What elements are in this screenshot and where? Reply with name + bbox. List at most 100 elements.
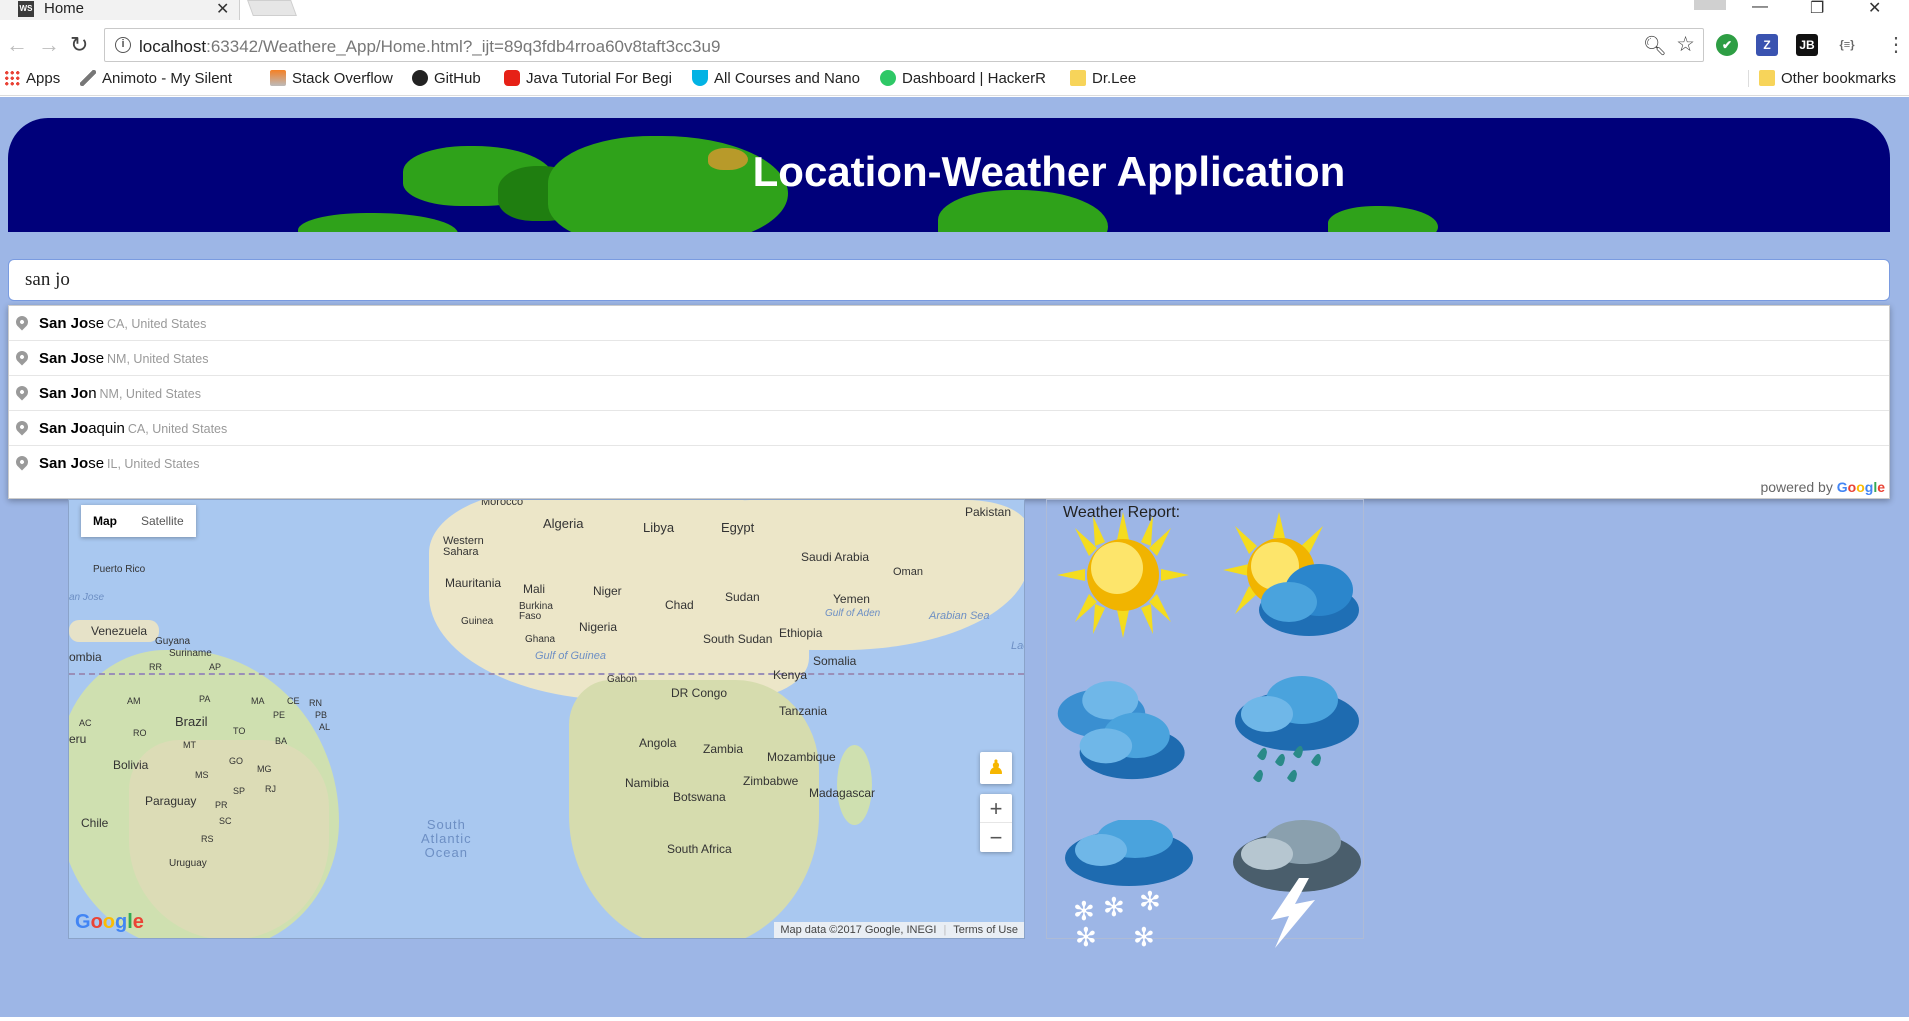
map-label: PR bbox=[215, 800, 228, 810]
other-bookmarks[interactable]: Other bookmarks bbox=[1748, 70, 1896, 87]
map-label: MT bbox=[183, 740, 196, 750]
autocomplete-item[interactable]: San Jose IL, United States bbox=[9, 446, 1889, 481]
menu-icon[interactable]: ⋮ bbox=[1886, 32, 1906, 57]
map-label: Paraguay bbox=[145, 794, 197, 808]
map-label: Somalia bbox=[813, 654, 857, 668]
autocomplete-item[interactable]: San Joaquin CA, United States bbox=[9, 411, 1889, 446]
suggestion-rest: se bbox=[88, 315, 105, 332]
bookmark-github[interactable]: GitHub bbox=[412, 70, 481, 87]
suggestion-rest: aquin bbox=[88, 420, 125, 437]
browser-tab-home[interactable]: WS Home ✕ bbox=[0, 0, 240, 20]
new-tab-button[interactable] bbox=[247, 0, 297, 16]
map-label: Gabon bbox=[607, 674, 638, 685]
map-landmass bbox=[129, 740, 329, 938]
suggestion-secondary: NM, United States bbox=[99, 387, 201, 401]
stackoverflow-icon bbox=[270, 70, 286, 86]
terms-of-use-link[interactable]: Terms of Use bbox=[953, 924, 1018, 936]
map-label: Kenya bbox=[773, 668, 808, 682]
map-label: ombia bbox=[69, 650, 102, 664]
restore-icon[interactable]: ❐ bbox=[1810, 0, 1824, 18]
autocomplete-item[interactable]: San Jose CA, United States bbox=[9, 306, 1889, 341]
google-logo: Google bbox=[75, 911, 144, 933]
zoom-icon[interactable]: 🔍︎ bbox=[1643, 34, 1667, 58]
map-label: Guyana bbox=[155, 636, 191, 647]
autocomplete-dropdown: San Jose CA, United States San Jose NM, Un… bbox=[8, 305, 1890, 499]
svg-text:✻: ✻ bbox=[1075, 923, 1097, 950]
zoom-in-button[interactable]: + bbox=[980, 794, 1012, 823]
autocomplete-item[interactable]: San Jose NM, United States bbox=[9, 341, 1889, 376]
powered-by-google: powered by Google bbox=[1760, 479, 1885, 495]
autocomplete-item[interactable]: San Jon NM, United States bbox=[9, 376, 1889, 411]
suggestion-match: San Jo bbox=[39, 420, 89, 437]
zoom-out-button[interactable]: − bbox=[980, 823, 1012, 852]
check-extension-icon[interactable]: ✔ bbox=[1716, 34, 1738, 56]
location-search-input[interactable] bbox=[8, 259, 1890, 301]
bookmark-hackerrank[interactable]: Dashboard | HackerR bbox=[880, 70, 1046, 87]
map-label: MG bbox=[257, 764, 272, 774]
json-extension-icon[interactable]: {≡} bbox=[1836, 34, 1858, 56]
hackerrank-icon bbox=[880, 70, 896, 86]
bookmark-drlee[interactable]: Dr.Lee bbox=[1070, 70, 1136, 87]
map-label: Pakistan bbox=[965, 505, 1012, 519]
map-type-control: Map Satellite bbox=[81, 505, 196, 537]
bookmark-label: Other bookmarks bbox=[1781, 70, 1897, 87]
bookmark-java-tutorial[interactable]: Java Tutorial For Begi bbox=[504, 70, 672, 87]
bookmark-label: Stack Overflow bbox=[292, 70, 393, 87]
map-type-map-button[interactable]: Map bbox=[81, 505, 129, 537]
map-label: Yemen bbox=[833, 592, 870, 606]
map-label: South Africa bbox=[667, 842, 732, 856]
map-label: an Jose bbox=[69, 592, 105, 603]
back-icon[interactable]: ← bbox=[6, 32, 28, 58]
suggestion-rest: se bbox=[88, 350, 105, 367]
location-pin-icon bbox=[13, 418, 31, 436]
bookmark-udacity[interactable]: All Courses and Nano bbox=[692, 70, 860, 87]
bookmark-label: Java Tutorial For Begi bbox=[526, 70, 672, 87]
map-label: Mozambique bbox=[767, 750, 836, 764]
google-map[interactable]: Map Satellite Algeria Libya Egypt Pakist… bbox=[68, 499, 1025, 939]
powered-by-text: powered by bbox=[1760, 479, 1833, 495]
bookmark-apps[interactable]: Apps bbox=[4, 70, 60, 87]
profile-chip[interactable] bbox=[1694, 0, 1726, 10]
location-pin-icon bbox=[13, 383, 31, 401]
tab-close-icon[interactable]: ✕ bbox=[216, 0, 229, 19]
map-label: Nigeria bbox=[579, 620, 618, 634]
sunny-icon bbox=[1057, 512, 1189, 638]
map-label: SC bbox=[219, 816, 232, 826]
info-icon[interactable]: i bbox=[115, 37, 131, 53]
minimize-icon[interactable]: — bbox=[1752, 0, 1768, 16]
map-label: RS bbox=[201, 834, 214, 844]
bookmark-star-icon[interactable]: ☆ bbox=[1676, 32, 1695, 57]
bookmark-animoto[interactable]: Animoto - My Silent bbox=[80, 70, 232, 87]
map-label: RR bbox=[149, 662, 162, 672]
map-label: Ghana bbox=[525, 634, 556, 645]
svg-text:✻: ✻ bbox=[1133, 923, 1155, 950]
map-label: RJ bbox=[265, 784, 276, 794]
webstorm-favicon-icon: WS bbox=[18, 1, 34, 17]
jetbrains-extension-icon[interactable]: JB bbox=[1796, 34, 1818, 56]
map-label: Saudi Arabia bbox=[801, 550, 870, 564]
map-label: Madagascar bbox=[809, 786, 876, 800]
suggestion-secondary: CA, United States bbox=[127, 422, 228, 436]
animoto-icon bbox=[80, 70, 96, 86]
map-label: Burkina Faso bbox=[519, 601, 553, 622]
map-label: Brazil bbox=[175, 714, 208, 729]
map-label: Angola bbox=[639, 736, 677, 750]
map-label: Tanzania bbox=[779, 704, 828, 718]
map-label: Western Sahara bbox=[443, 535, 484, 558]
page-content: Location-Weather Application San JoseCA,… bbox=[0, 97, 1909, 1017]
zotero-extension-icon[interactable]: Z bbox=[1756, 34, 1778, 56]
map-label: Suriname bbox=[169, 648, 212, 659]
street-view-pegman-icon[interactable]: ♟ bbox=[980, 752, 1012, 784]
map-label: BA bbox=[275, 736, 288, 746]
forward-icon[interactable]: → bbox=[38, 32, 60, 58]
map-label: Gulf of Guinea bbox=[535, 650, 606, 662]
map-label: Lac bbox=[1011, 640, 1024, 652]
banner-landmass bbox=[298, 213, 458, 232]
folder-icon bbox=[1070, 70, 1086, 86]
map-type-satellite-button[interactable]: Satellite bbox=[129, 505, 196, 537]
window-close-icon[interactable]: ✕ bbox=[1868, 0, 1881, 18]
bookmark-stackoverflow[interactable]: Stack Overflow bbox=[270, 70, 393, 87]
location-pin-icon bbox=[13, 348, 31, 366]
reload-icon[interactable]: ↻ bbox=[70, 32, 88, 58]
address-bar[interactable]: i localhost:63342/Weathere_App/Home.html… bbox=[104, 28, 1704, 62]
